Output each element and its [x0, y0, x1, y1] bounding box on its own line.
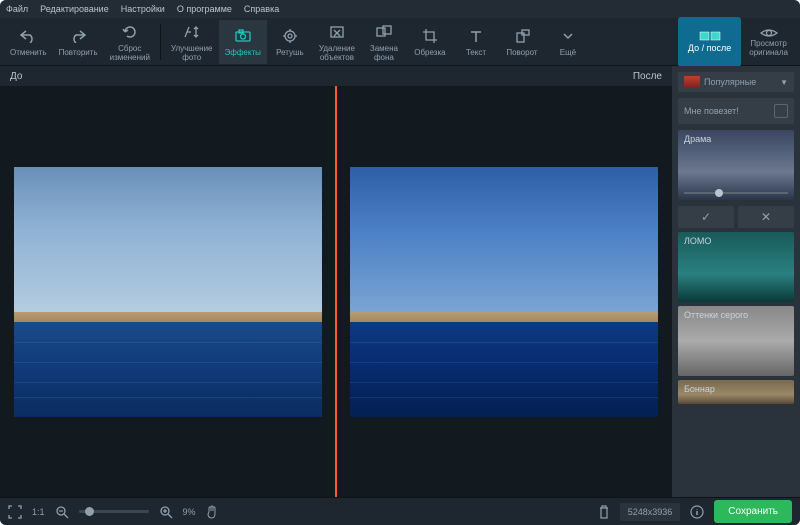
menu-file[interactable]: Файл — [6, 4, 28, 14]
retouch-button[interactable]: Ретушь — [267, 20, 313, 64]
more-button[interactable]: Ещё — [545, 20, 591, 64]
dice-icon — [774, 104, 788, 118]
before-image — [14, 167, 322, 417]
reset-icon — [122, 22, 138, 42]
save-button[interactable]: Сохранить — [714, 500, 792, 523]
canvas-area: До После — [0, 66, 672, 497]
zoom-slider[interactable] — [79, 510, 149, 513]
zoom-out-button[interactable] — [55, 505, 69, 519]
effects-list: Драма ✓ ✕ ЛОМО Оттенки серого Боннар — [672, 130, 800, 497]
lucky-button[interactable]: Мне повезет! — [678, 98, 794, 124]
toolbar: Отменить Повторить Сброс изменений Улучш… — [0, 18, 800, 66]
label-after: После — [633, 71, 662, 82]
effects-icon — [234, 26, 252, 46]
after-image — [350, 167, 658, 417]
delete-button[interactable] — [598, 505, 610, 519]
label-before: До — [10, 71, 22, 82]
retouch-icon — [282, 26, 298, 46]
enhance-icon — [183, 22, 201, 42]
compare-icon — [699, 31, 721, 41]
redo-icon — [70, 26, 86, 46]
menubar: Файл Редактирование Настройки О программ… — [0, 0, 800, 18]
redo-button[interactable]: Повторить — [53, 20, 104, 64]
dimensions-label: 5248x3936 — [620, 503, 681, 521]
after-pane — [336, 86, 672, 497]
text-button[interactable]: Текст — [453, 20, 499, 64]
compare-divider[interactable] — [335, 86, 337, 497]
fullscreen-button[interactable] — [8, 505, 22, 519]
menu-help[interactable]: Справка — [244, 4, 279, 14]
zoom-percent: 9% — [183, 507, 196, 517]
scale-label[interactable]: 1:1 — [32, 507, 45, 517]
effect-drama[interactable]: Драма — [678, 130, 794, 200]
menu-edit[interactable]: Редактирование — [40, 4, 109, 14]
menu-about[interactable]: О программе — [177, 4, 232, 14]
cancel-effect-button[interactable]: ✕ — [738, 206, 794, 228]
main-area: До После — [0, 66, 800, 497]
remove-icon — [329, 22, 345, 42]
effect-bonnar[interactable]: Боннар — [678, 380, 794, 404]
menu-settings[interactable]: Настройки — [121, 4, 165, 14]
effect-lomo[interactable]: ЛОМО — [678, 232, 794, 302]
undo-button[interactable]: Отменить — [4, 20, 53, 64]
effects-button[interactable]: Эффекты — [219, 20, 267, 64]
effect-grayscale[interactable]: Оттенки серого — [678, 306, 794, 376]
text-icon — [469, 26, 483, 46]
rotate-icon — [514, 26, 530, 46]
enhance-button[interactable]: Улучшение фото — [165, 20, 219, 64]
zoom-in-button[interactable] — [159, 505, 173, 519]
category-thumb-icon — [684, 76, 700, 88]
effect-intensity-slider[interactable] — [684, 192, 788, 194]
before-after-button[interactable]: До / после — [678, 17, 741, 67]
hand-tool-button[interactable] — [206, 505, 218, 519]
apply-effect-button[interactable]: ✓ — [678, 206, 734, 228]
more-icon — [561, 26, 575, 46]
view-original-button[interactable]: Просмотр оригинала — [749, 27, 788, 57]
chevron-down-icon: ▼ — [780, 78, 788, 87]
category-selector[interactable]: Популярные ▼ — [678, 72, 794, 92]
reset-button[interactable]: Сброс изменений — [104, 20, 156, 64]
canvas[interactable] — [0, 86, 672, 497]
remove-objects-button[interactable]: Удаление объектов — [313, 20, 361, 64]
app-window: Файл Редактирование Настройки О программ… — [0, 0, 800, 525]
toolbar-divider — [160, 24, 161, 60]
info-button[interactable] — [690, 505, 704, 519]
bgswap-icon — [376, 22, 392, 42]
statusbar: 1:1 9% 5248x3936 Сохранить — [0, 497, 800, 525]
compare-header: До После — [0, 66, 672, 86]
eye-icon — [760, 27, 778, 39]
before-pane — [0, 86, 336, 497]
rotate-button[interactable]: Поворот — [499, 20, 545, 64]
crop-icon — [422, 26, 438, 46]
crop-button[interactable]: Обрезка — [407, 20, 453, 64]
bg-swap-button[interactable]: Замена фона — [361, 20, 407, 64]
effects-sidebar: Популярные ▼ Мне повезет! Драма ✓ ✕ ЛОМО — [672, 66, 800, 497]
undo-icon — [20, 26, 36, 46]
